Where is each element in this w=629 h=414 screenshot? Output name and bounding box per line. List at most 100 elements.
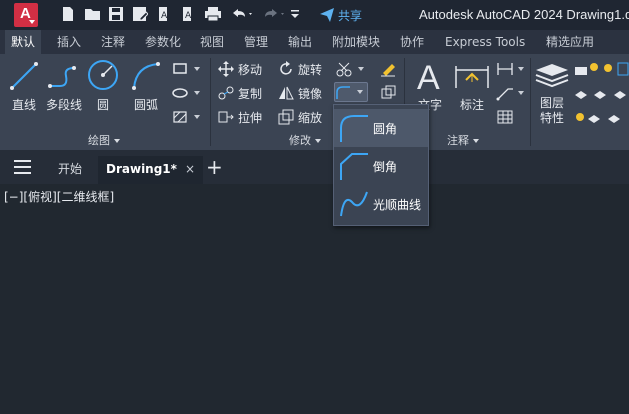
window-title: Autodesk AutoCAD 2024 Drawing1.dwg — [419, 7, 629, 22]
dimension-label: 标注 — [459, 98, 484, 112]
tab-featured-apps[interactable]: 精选应用 — [540, 30, 600, 54]
leader-tool[interactable] — [496, 84, 524, 102]
copy-label: 复制 — [238, 86, 263, 101]
tab-manage[interactable]: 管理 — [238, 30, 274, 54]
start-tab[interactable]: 开始 — [50, 156, 90, 184]
share-icon — [320, 8, 334, 22]
hamburger-menu-icon[interactable] — [14, 160, 31, 178]
scale-tool[interactable]: 缩放 — [278, 108, 322, 126]
close-tab-icon[interactable]: × — [185, 162, 195, 176]
new-tab-button[interactable]: + — [206, 155, 223, 179]
tab-express-tools[interactable]: Express Tools — [439, 30, 531, 54]
tab-default[interactable]: 默认 — [5, 30, 42, 54]
chamfer-menu-item[interactable]: 倒角 — [334, 147, 428, 185]
layer-state-tools-row2[interactable] — [574, 84, 629, 102]
stretch-label: 拉伸 — [238, 110, 263, 125]
rotate-tool[interactable]: 旋转 — [278, 60, 322, 78]
drawing-canvas[interactable]: [−][俯视][二维线框] — [0, 184, 629, 414]
layer-stack-icon — [535, 64, 569, 88]
annotation-panel-title[interactable]: 注释 — [447, 132, 479, 148]
mirror-tool[interactable]: 镜像 — [278, 84, 322, 102]
move-icon — [218, 61, 234, 77]
tab-annotate[interactable]: 注释 — [95, 30, 131, 54]
fillet-icon — [336, 86, 350, 99]
draw-panel-title[interactable]: 绘图 — [88, 132, 120, 148]
save-icon[interactable] — [108, 6, 124, 24]
drawing1-tab[interactable]: Drawing1* × — [98, 156, 203, 184]
layer-state-tools-row1[interactable] — [574, 60, 629, 78]
share-button[interactable]: 共享 — [319, 5, 362, 25]
fillet-menu-item[interactable]: 圆角 — [334, 109, 428, 147]
array-tool[interactable] — [380, 84, 398, 102]
arc-label: 圆弧 — [133, 98, 158, 112]
modify-panel-title[interactable]: 修改 — [289, 132, 321, 148]
mirror-icon — [279, 86, 294, 100]
new-file-icon[interactable] — [60, 6, 76, 24]
undo-icon[interactable] — [230, 6, 254, 24]
customize-toolbar-icon[interactable] — [290, 6, 300, 24]
scale-label: 缩放 — [298, 110, 323, 125]
polyline-tool[interactable]: 多段线 — [44, 58, 84, 112]
chamfer-corner-icon — [340, 153, 368, 180]
hatch-tool[interactable] — [172, 108, 200, 126]
save-to-cloud-icon[interactable]: A — [180, 6, 196, 24]
move-tool[interactable]: 移动 — [218, 60, 262, 78]
linear-dim-tool[interactable] — [496, 60, 524, 78]
tab-collaborate[interactable]: 协作 — [394, 30, 430, 54]
blend-curves-menu-item[interactable]: 光顺曲线 — [334, 185, 428, 223]
plot-icon[interactable] — [204, 6, 222, 24]
fillet-corner-icon — [340, 115, 368, 142]
circle-tool[interactable]: 圆 — [86, 58, 120, 112]
save-as-icon[interactable] — [132, 6, 148, 24]
title-bar: A A A 共享 Autodesk AutoCAD 2024 Drawing1.… — [0, 0, 629, 30]
circle-label: 圆 — [96, 98, 109, 112]
ribbon-tab-bar: 默认 插入 注释 参数化 视图 管理 输出 附加模块 协作 Express To… — [0, 30, 629, 54]
erase-tool[interactable] — [380, 60, 398, 78]
layer-freeze-icon — [576, 113, 620, 123]
redo-icon[interactable] — [262, 6, 286, 24]
layer-state-tools-row3[interactable] — [574, 108, 629, 126]
dimension-tool[interactable]: 标注 — [452, 58, 492, 112]
dimension-icon — [455, 66, 489, 88]
tab-insert[interactable]: 插入 — [51, 30, 87, 54]
tab-output[interactable]: 输出 — [282, 30, 318, 54]
svg-text:A: A — [417, 59, 440, 94]
line-tool[interactable]: 直线 — [6, 58, 42, 112]
share-label: 共享 — [338, 8, 363, 23]
move-label: 移动 — [238, 62, 263, 77]
viewport-controls-label[interactable]: [−][俯视][二维线框] — [4, 188, 114, 205]
layer-match-icon — [575, 91, 626, 99]
open-folder-icon[interactable] — [84, 6, 102, 24]
svg-text:A: A — [161, 11, 168, 21]
arc-tool[interactable]: 圆弧 — [128, 58, 164, 112]
rectangle-tool[interactable] — [172, 60, 200, 78]
tab-view[interactable]: 视图 — [194, 30, 230, 54]
blend-curves-label: 光顺曲线 — [373, 198, 422, 212]
ellipse-icon — [172, 88, 188, 98]
fillet-dropdown-menu: 圆角 倒角 光顺曲线 — [333, 104, 429, 226]
circle-icon — [88, 60, 118, 90]
stretch-icon — [218, 111, 234, 123]
tab-addins[interactable]: 附加模块 — [326, 30, 386, 54]
text-A-icon: A — [417, 59, 440, 97]
application-menu-button[interactable]: A — [14, 3, 38, 27]
layer-properties-tool[interactable]: 图层 特性 — [532, 58, 572, 125]
rectangle-icon — [173, 63, 187, 74]
tab-parametric[interactable]: 参数化 — [139, 30, 187, 54]
trim-tool[interactable] — [336, 60, 364, 78]
leader-icon — [496, 88, 513, 101]
stretch-tool[interactable]: 拉伸 — [218, 108, 262, 126]
line-label: 直线 — [11, 98, 36, 112]
text-tool[interactable]: A 文字 — [410, 58, 450, 112]
trim-scissors-icon — [336, 62, 352, 77]
open-from-cloud-icon[interactable]: A — [156, 6, 172, 24]
copy-tool[interactable]: 复制 — [218, 84, 262, 102]
linear-dimension-icon — [497, 63, 513, 75]
mirror-label: 镜像 — [298, 86, 323, 101]
table-tool[interactable] — [496, 108, 514, 126]
ellipse-tool[interactable] — [172, 84, 200, 102]
fillet-dropdown-button[interactable] — [334, 82, 368, 102]
rotate-icon — [280, 61, 292, 75]
chamfer-label: 倒角 — [373, 160, 398, 174]
copy-icon — [218, 86, 234, 100]
